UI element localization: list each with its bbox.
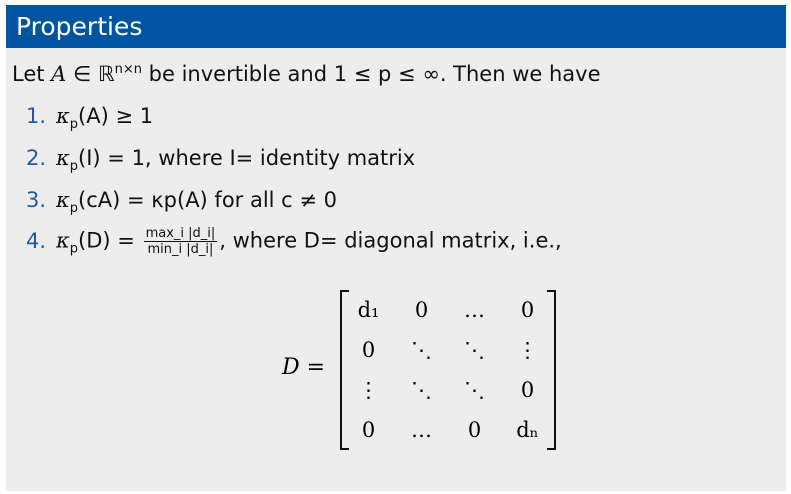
- matrix-cell: ⋮: [517, 338, 538, 362]
- matrix-cell: …: [464, 298, 485, 322]
- item-number: 1.: [25, 104, 46, 128]
- kappa: κ: [56, 146, 70, 170]
- matrix-cell: d₁: [357, 298, 380, 322]
- intro-set: ∈ ℝ: [66, 62, 115, 86]
- matrix-label: D =: [282, 355, 326, 380]
- diagonal-matrix: d₁ 0 … 0 0 ⋱ ⋱ ⋮ ⋮ ⋱ ⋱ 0 0 … 0 dₙ: [340, 290, 556, 450]
- item-number: 4.: [25, 228, 46, 253]
- sub: p: [69, 159, 79, 175]
- intro-line: Let A ∈ ℝn×n be invertible and 1 ≤ p ≤ ∞…: [12, 62, 601, 86]
- kappa: κ: [56, 228, 70, 253]
- sub: p: [69, 201, 79, 217]
- matrix-cell: 0: [467, 418, 482, 442]
- intro-sup: n×n: [114, 62, 142, 77]
- list-item: 1. κp(A) ≥ 1: [12, 104, 153, 132]
- matrix-cell: dₙ: [516, 418, 539, 442]
- matrix-cell: ⋱: [411, 338, 432, 362]
- intro-text: Let: [12, 62, 52, 86]
- list-item: 2. κp(I) = 1, where I= identity matrix: [12, 146, 415, 174]
- matrix-cell: 0: [520, 298, 535, 322]
- item-text: (cA) = κp(A) for all c ≠ 0: [78, 188, 338, 212]
- sub: p: [69, 117, 79, 133]
- sub: p: [69, 241, 79, 257]
- kappa: κ: [56, 104, 70, 128]
- frac-denominator: min_i |d_i|: [147, 242, 214, 257]
- matrix-cell: 0: [414, 298, 429, 322]
- matrix-cell: ⋱: [464, 338, 485, 362]
- item-number: 2.: [25, 146, 46, 170]
- matrix-cell: 0: [361, 338, 376, 362]
- list-item: 4. κp(D) = max_i |d_i| min_i |d_i|, where …: [12, 226, 562, 257]
- item-number: 3.: [25, 188, 46, 212]
- item-text: (D) =: [78, 228, 142, 253]
- intro-var: A: [51, 62, 67, 86]
- kappa: κ: [56, 188, 70, 212]
- item-text-after: , where D= diagonal matrix, i.e.,: [219, 228, 562, 253]
- matrix-cell: ⋮: [358, 378, 379, 402]
- matrix-cell: ⋱: [464, 378, 485, 402]
- item-text: (I) = 1, where I= identity matrix: [78, 146, 416, 170]
- frac-numerator: max_i |d_i|: [143, 226, 218, 242]
- matrix-cell: 0: [361, 418, 376, 442]
- intro-post: be invertible and 1 ≤ p ≤ ∞. Then we hav…: [142, 62, 601, 86]
- item-text: (A) ≥ 1: [78, 104, 154, 128]
- fraction: max_i |d_i| min_i |d_i|: [143, 226, 218, 257]
- block-title: Properties: [6, 5, 786, 48]
- matrix-cell: ⋱: [411, 378, 432, 402]
- matrix-cell: …: [411, 418, 432, 442]
- list-item: 3. κp(cA) = κp(A) for all c ≠ 0: [12, 188, 337, 216]
- matrix-cell: 0: [520, 378, 535, 402]
